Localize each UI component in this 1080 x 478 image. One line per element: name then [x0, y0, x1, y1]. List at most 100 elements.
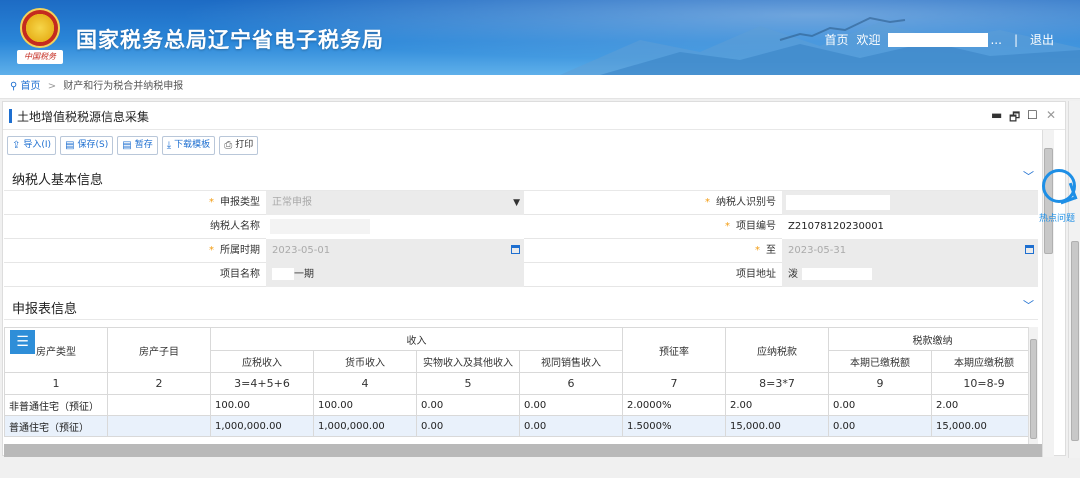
minimize-icon[interactable]: ▬	[991, 108, 1002, 122]
basic-info-header[interactable]: 纳税人基本信息 ﹀	[4, 163, 1038, 191]
project-no-field[interactable]: Z21078120230001	[782, 215, 1038, 239]
print-button[interactable]: ⎙ 打印	[219, 136, 259, 155]
project-name-label: 项目名称	[220, 269, 260, 280]
cell-prelevy-rate: 1.5000%	[622, 415, 726, 437]
cell-inkind-income[interactable]: 0.00	[416, 394, 520, 416]
cell-inkind-income[interactable]: 0.00	[416, 415, 520, 437]
report-type-label: * 申报类型	[209, 197, 260, 208]
report-type-select[interactable]: 正常申报 ▼	[266, 191, 524, 215]
period-from-field[interactable]: 2023-05-01	[266, 239, 524, 263]
cell-cash-income[interactable]: 100.00	[313, 394, 417, 416]
breadcrumb-separator: >	[47, 81, 57, 92]
cell-taxable-income[interactable]: 1,000,000.00	[210, 415, 314, 437]
header-tax-payment: 税款缴纳	[828, 327, 1036, 351]
breadcrumb-home[interactable]: 首页	[21, 81, 41, 92]
panel-title: 土地增值税税源信息采集	[17, 110, 150, 124]
project-name-field[interactable]: 一期	[266, 263, 524, 287]
header-paid: 本期已缴税额	[828, 350, 932, 373]
taxpayer-id-field[interactable]	[782, 191, 1038, 215]
panel-accent-bar	[9, 109, 12, 123]
breadcrumb: ⚲ 首页 > 财产和行为税合并纳税申报	[0, 75, 1080, 99]
header-taxable-income: 应税收入	[210, 350, 314, 373]
redacted-block	[272, 268, 294, 280]
basic-row: * 申报类型 正常申报 ▼ * 纳税人识别号	[4, 191, 1038, 215]
basic-info-title: 纳税人基本信息	[12, 173, 104, 188]
table-row[interactable]: 普通住宅（预征） 1,000,000.00 1,000,000.00 0.00 …	[4, 415, 1036, 437]
cell-property-sub[interactable]	[107, 394, 211, 416]
cell-cash-income[interactable]: 1,000,000.00	[313, 415, 417, 437]
col-number: 4	[313, 372, 417, 395]
col-number: 2	[107, 372, 211, 395]
restore-icon[interactable]: 🗗	[1009, 108, 1020, 129]
project-no-label: * 项目编号	[725, 221, 776, 232]
calendar-icon[interactable]	[1025, 245, 1034, 254]
cell-paid[interactable]: 0.00	[828, 415, 932, 437]
redacted-block	[802, 268, 872, 280]
emblem-signature: 中国税务	[17, 50, 63, 64]
header-inkind-income: 实物收入及其他收入	[416, 350, 520, 373]
cell-due: 2.00	[931, 394, 1036, 416]
hot-issue-button[interactable]: 热点问题	[1039, 167, 1080, 227]
report-info-header[interactable]: 申报表信息 ﹀	[4, 292, 1038, 320]
hot-issue-label: 热点问题	[1039, 214, 1076, 224]
calendar-icon[interactable]	[511, 245, 520, 254]
toolbar: ⇪ 导入(I) ▤ 保存(S) ▤ 暂存 ⤓ 下载模板 ⎙ 打印	[7, 136, 262, 156]
header-income: 收入	[210, 327, 623, 351]
breadcrumb-current[interactable]: 财产和行为税合并纳税申报	[63, 81, 183, 92]
redacted-block	[786, 195, 890, 210]
basic-row: 项目名称 一期 项目地址 泼	[4, 263, 1038, 287]
draft-label: 暂存	[134, 140, 153, 150]
maximize-icon[interactable]: ☐	[1027, 108, 1038, 122]
page-scroll-thumb[interactable]	[1071, 241, 1079, 441]
save-button[interactable]: ▤ 保存(S)	[60, 136, 114, 155]
cell-paid[interactable]: 0.00	[828, 394, 932, 416]
location-pin-icon: ⚲	[10, 81, 18, 92]
cell-property-type: 非普通住宅（预征）	[4, 394, 108, 416]
user-ellipsis: ...	[990, 32, 1002, 47]
tax-bureau-emblem: 中国税务	[17, 8, 63, 66]
report-table: 房产类型 房产子目 收入 预征率 应纳税款 税款缴纳 应税收入 货币收入 实物收…	[4, 327, 1036, 437]
header-prelevy-rate: 预征率	[622, 327, 726, 373]
header-property-sub: 房产子目	[107, 327, 211, 373]
nav-logout-link[interactable]: 退出	[1030, 31, 1054, 48]
nav-home-link[interactable]: 首页	[824, 31, 848, 48]
close-icon[interactable]: ✕	[1046, 108, 1056, 122]
user-name-redacted	[888, 32, 989, 47]
table-row[interactable]: 非普通住宅（预征） 100.00 100.00 0.00 0.00 2.0000…	[4, 394, 1036, 416]
chevron-down-icon[interactable]: ﹀	[1023, 297, 1034, 313]
basic-row: 纳税人名称 * 项目编号 Z21078120230001	[4, 215, 1038, 239]
cursor-click-icon	[1042, 169, 1076, 203]
col-number: 10=8-9	[931, 372, 1036, 395]
table-vertical-scrollbar[interactable]	[1028, 327, 1038, 444]
page-vertical-scrollbar[interactable]	[1068, 101, 1080, 458]
cell-taxable-income[interactable]: 100.00	[210, 394, 314, 416]
download-icon: ⤓	[166, 140, 172, 151]
nav-separator: |	[1013, 32, 1018, 47]
taxpayer-name-field[interactable]	[266, 215, 524, 239]
period-to-field[interactable]: 2023-05-31	[782, 239, 1038, 263]
cell-property-sub[interactable]	[107, 415, 211, 437]
top-nav: 首页 欢迎 ... | 退出	[816, 31, 1054, 48]
col-number: 6	[519, 372, 623, 395]
table-scroll-thumb[interactable]	[1030, 339, 1037, 439]
cell-deemed-sales[interactable]: 0.00	[519, 415, 623, 437]
draft-button[interactable]: ▤ 暂存	[117, 136, 158, 155]
table-horizontal-scrollbar[interactable]	[4, 444, 1052, 457]
save-icon: ▤	[65, 140, 75, 151]
import-label: 导入(I)	[23, 140, 52, 150]
basic-row: * 所属时期 2023-05-01 * 至 2023-05-31	[4, 239, 1038, 263]
site-header: 中国税务 国家税务总局辽宁省电子税务局 首页 欢迎 ... | 退出	[0, 0, 1080, 75]
column-menu-button[interactable]: ☰	[10, 330, 35, 354]
taxpayer-name-label: 纳税人名称	[210, 221, 260, 232]
cell-property-type: 普通住宅（预征）	[4, 415, 108, 437]
download-template-button[interactable]: ⤓ 下载模板	[161, 136, 216, 155]
project-addr-field[interactable]: 泼	[782, 263, 1038, 287]
cell-deemed-sales[interactable]: 0.00	[519, 394, 623, 416]
cell-prelevy-rate: 2.0000%	[622, 394, 726, 416]
import-button[interactable]: ⇪ 导入(I)	[7, 136, 57, 155]
redacted-block	[270, 219, 370, 234]
chevron-down-icon[interactable]: ﹀	[1023, 168, 1034, 184]
cell-due: 15,000.00	[931, 415, 1036, 437]
import-icon: ⇪	[12, 140, 21, 151]
download-label: 下载模板	[174, 140, 211, 150]
